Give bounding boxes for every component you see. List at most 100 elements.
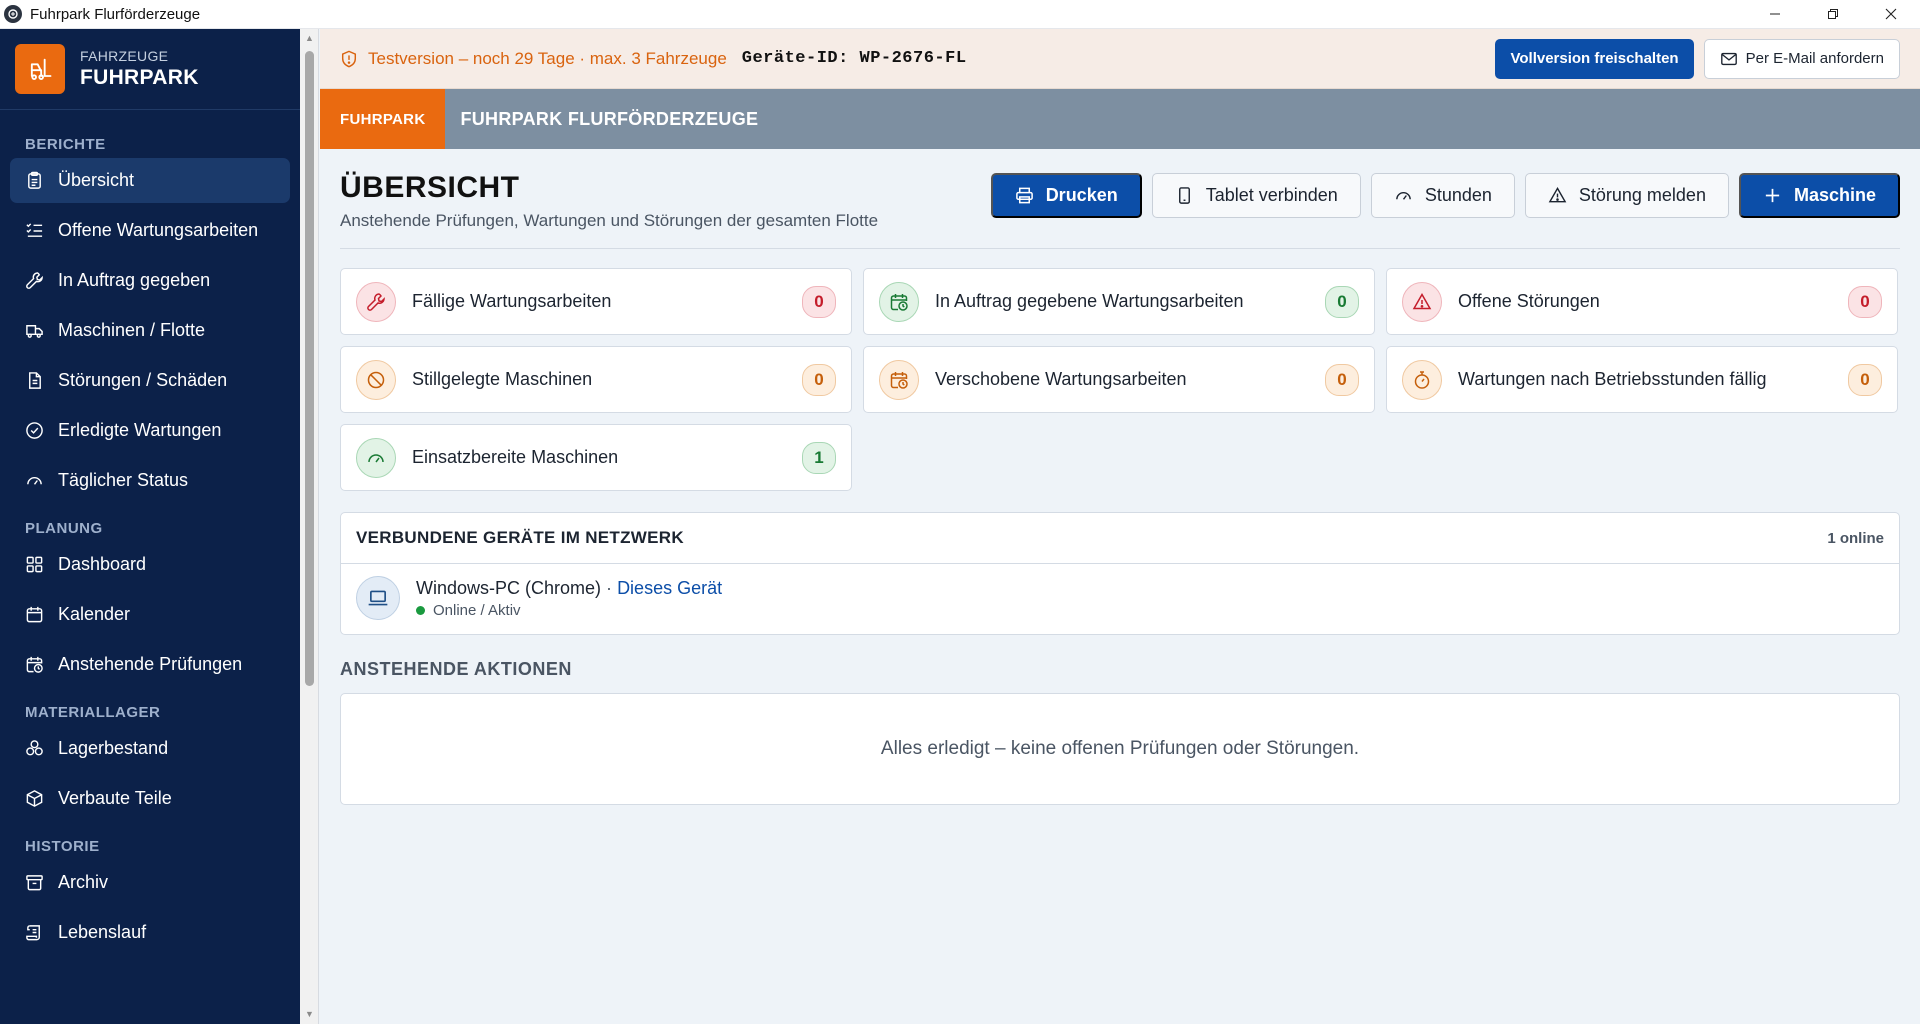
- plus-icon: [1765, 188, 1780, 203]
- network-devices-card: VERBUNDENE GERÄTE IM NETZWERK 1 online W…: [340, 512, 1900, 635]
- close-button[interactable]: [1862, 0, 1920, 29]
- nav-section-berichte: BERICHTE: [25, 136, 106, 153]
- stat-card-offene-stoerungen[interactable]: Offene Störungen 0: [1386, 268, 1898, 335]
- sidebar-item-label: Kalender: [58, 604, 131, 624]
- page-header: ÜBERSICHT Anstehende Prüfungen, Wartunge…: [340, 149, 1900, 249]
- main-area: Testversion – noch 29 Tage · max. 3 Fahr…: [320, 29, 1920, 1024]
- nav-section-planung: PLANUNG: [25, 520, 103, 537]
- sidebar: FAHRZEUGE FUHRPARK BERICHTE Übersicht Of…: [0, 29, 300, 1024]
- sidebar-item-uebersicht[interactable]: Übersicht: [10, 158, 290, 203]
- stat-count-badge: 0: [802, 363, 836, 396]
- add-machine-button[interactable]: Maschine: [1738, 173, 1900, 218]
- stat-card-in-auftrag-gegebene[interactable]: In Auftrag gegebene Wartungsarbeiten 0: [863, 268, 1375, 335]
- sidebar-item-erledigte-wartungen[interactable]: Erledigte Wartungen: [10, 408, 290, 453]
- device-name: Windows-PC (Chrome): [416, 577, 602, 598]
- calendar-icon: [25, 605, 44, 624]
- gauge-icon: [25, 471, 44, 490]
- calendar-clock-icon: [25, 655, 44, 674]
- device-row[interactable]: Windows-PC (Chrome) · Dieses Gerät Onlin…: [341, 564, 1899, 632]
- tablet-icon: [1178, 187, 1190, 204]
- sidebar-item-label: In Auftrag gegeben: [58, 270, 211, 290]
- tab-fuhrpark[interactable]: FUHRPARK: [320, 89, 446, 149]
- stat-card-stillgelegte-maschinen[interactable]: Stillgelegte Maschinen 0: [340, 346, 852, 413]
- stat-count-badge: 0: [1848, 363, 1882, 396]
- connect-tablet-button[interactable]: Tablet verbinden: [1151, 173, 1361, 218]
- sidebar-item-verbaute-teile[interactable]: Verbaute Teile: [10, 776, 290, 821]
- sidebar-item-label: Anstehende Prüfungen: [58, 654, 243, 674]
- nav-section-historie: HISTORIE: [25, 838, 100, 855]
- sidebar-item-label: Übersicht: [58, 170, 135, 190]
- add-machine-label: Maschine: [1793, 185, 1876, 205]
- clipboard-icon: [25, 171, 44, 190]
- network-title: VERBUNDENE GERÄTE IM NETZWERK: [356, 528, 684, 547]
- wrench-icon: [25, 271, 44, 290]
- gauge-icon: [356, 437, 396, 478]
- list-checks-icon: [25, 221, 44, 240]
- scroll-up-arrow-icon[interactable]: ▲: [304, 33, 315, 44]
- stat-count-badge: 0: [802, 285, 836, 318]
- sidebar-item-lagerbestand[interactable]: Lagerbestand: [10, 726, 290, 771]
- sidebar-item-offene-wartungsarbeiten[interactable]: Offene Wartungsarbeiten: [10, 208, 290, 253]
- online-count: 1 online: [1827, 529, 1884, 547]
- page-subtitle: Anstehende Prüfungen, Wartungen und Stör…: [340, 211, 879, 230]
- print-button[interactable]: Drucken: [990, 173, 1142, 218]
- truck-icon: [25, 321, 44, 340]
- stat-label: In Auftrag gegebene Wartungsarbeiten: [935, 291, 1244, 311]
- brand-title: FUHRPARK: [80, 66, 199, 89]
- sidebar-item-in-auftrag-gegeben[interactable]: In Auftrag gegeben: [10, 258, 290, 303]
- stat-grid: Fällige Wartungsarbeiten 0 In Auftrag ge…: [340, 268, 1900, 491]
- sidebar-item-kalender[interactable]: Kalender: [10, 592, 290, 637]
- device-id: Geräte-ID: WP-2676-FL: [741, 49, 967, 68]
- app-icon: [4, 5, 22, 23]
- sidebar-item-lebenslauf[interactable]: Lebenslauf: [10, 910, 290, 955]
- device-separator: ·: [606, 577, 613, 598]
- sidebar-item-maschinen-flotte[interactable]: Maschinen / Flotte: [10, 308, 290, 353]
- stat-label: Wartungen nach Betriebsstunden fällig: [1458, 369, 1767, 389]
- document-icon: [25, 371, 44, 390]
- stat-count-badge: 0: [1325, 363, 1359, 396]
- stat-count-badge: 0: [1848, 285, 1882, 318]
- sidebar-item-label: Lebenslauf: [58, 922, 147, 942]
- scrollbar-thumb[interactable]: [305, 51, 314, 686]
- stopwatch-icon: [1402, 359, 1442, 400]
- scroll-icon: [25, 923, 44, 942]
- print-label: Drucken: [1045, 185, 1118, 205]
- sidebar-item-stoerungen-schaeden[interactable]: Störungen / Schäden: [10, 358, 290, 403]
- stat-card-wartungen-nach-betriebsstunden[interactable]: Wartungen nach Betriebsstunden fällig 0: [1386, 346, 1898, 413]
- check-circle-icon: [25, 421, 44, 440]
- sidebar-item-taeglicher-status[interactable]: Täglicher Status: [10, 458, 290, 503]
- window-title: Fuhrpark Flurförderzeuge: [30, 5, 201, 23]
- module-tabbar: FUHRPARK FUHRPARK FLURFÖRDERZEUGE: [320, 89, 1920, 149]
- mail-icon: [1720, 52, 1737, 65]
- hours-button[interactable]: Stunden: [1370, 173, 1515, 218]
- hours-label: Stunden: [1424, 185, 1492, 205]
- sidebar-item-label: Archiv: [58, 872, 109, 892]
- sidebar-item-label: Lagerbestand: [58, 738, 169, 758]
- archive-icon: [25, 873, 44, 892]
- stat-card-verschobene-wartungsarbeiten[interactable]: Verschobene Wartungsarbeiten 0: [863, 346, 1375, 413]
- sidebar-item-dashboard[interactable]: Dashboard: [10, 542, 290, 587]
- request-by-email-button[interactable]: Per E-Mail anfordern: [1703, 38, 1900, 79]
- laptop-icon: [356, 576, 400, 620]
- report-fault-label: Störung melden: [1578, 185, 1706, 205]
- stat-card-faellige-wartungsarbeiten[interactable]: Fällige Wartungsarbeiten 0: [340, 268, 852, 335]
- printer-icon: [1015, 187, 1033, 204]
- sidebar-scrollbar[interactable]: ▲ ▼: [300, 29, 319, 1024]
- online-status-dot: [416, 605, 425, 615]
- sidebar-item-label: Störungen / Schäden: [58, 370, 228, 390]
- scroll-down-arrow-icon[interactable]: ▼: [304, 1009, 315, 1020]
- sidebar-item-anstehende-pruefungen[interactable]: Anstehende Prüfungen: [10, 642, 290, 687]
- trial-banner: Testversion – noch 29 Tage · max. 3 Fahr…: [320, 29, 1920, 89]
- unlock-full-version-button[interactable]: Vollversion freischalten: [1495, 38, 1694, 79]
- minimize-button[interactable]: [1746, 0, 1804, 29]
- stat-card-einsatzbereite-maschinen[interactable]: Einsatzbereite Maschinen 1: [340, 424, 852, 491]
- sidebar-item-archiv[interactable]: Archiv: [10, 860, 290, 905]
- request-by-email-label: Per E-Mail anfordern: [1745, 50, 1884, 67]
- sidebar-item-label: Verbaute Teile: [58, 788, 172, 808]
- nav-section-materiallager: MATERIALLAGER: [25, 704, 161, 721]
- restore-button[interactable]: [1804, 0, 1862, 29]
- sidebar-item-label: Täglicher Status: [58, 470, 189, 490]
- report-fault-button[interactable]: Störung melden: [1524, 173, 1729, 218]
- calendar-clock-icon: [879, 281, 919, 322]
- stat-count-badge: 0: [1325, 285, 1359, 318]
